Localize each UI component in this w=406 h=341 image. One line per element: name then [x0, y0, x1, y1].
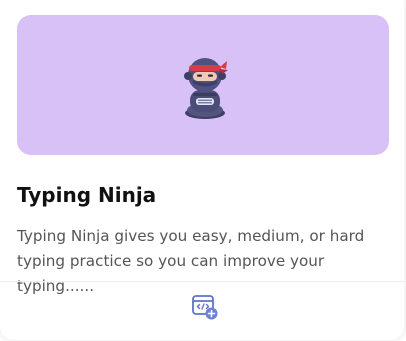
- app-card[interactable]: Typing Ninja Typing Ninja gives you easy…: [0, 0, 404, 340]
- code-window-add-icon[interactable]: [190, 292, 220, 322]
- ninja-mascot-icon: [184, 58, 228, 119]
- card-description: Typing Ninja gives you easy, medium, or …: [17, 227, 365, 295]
- card-divider: [0, 281, 404, 282]
- card-banner[interactable]: [17, 15, 389, 155]
- card-title: Typing Ninja: [17, 183, 157, 207]
